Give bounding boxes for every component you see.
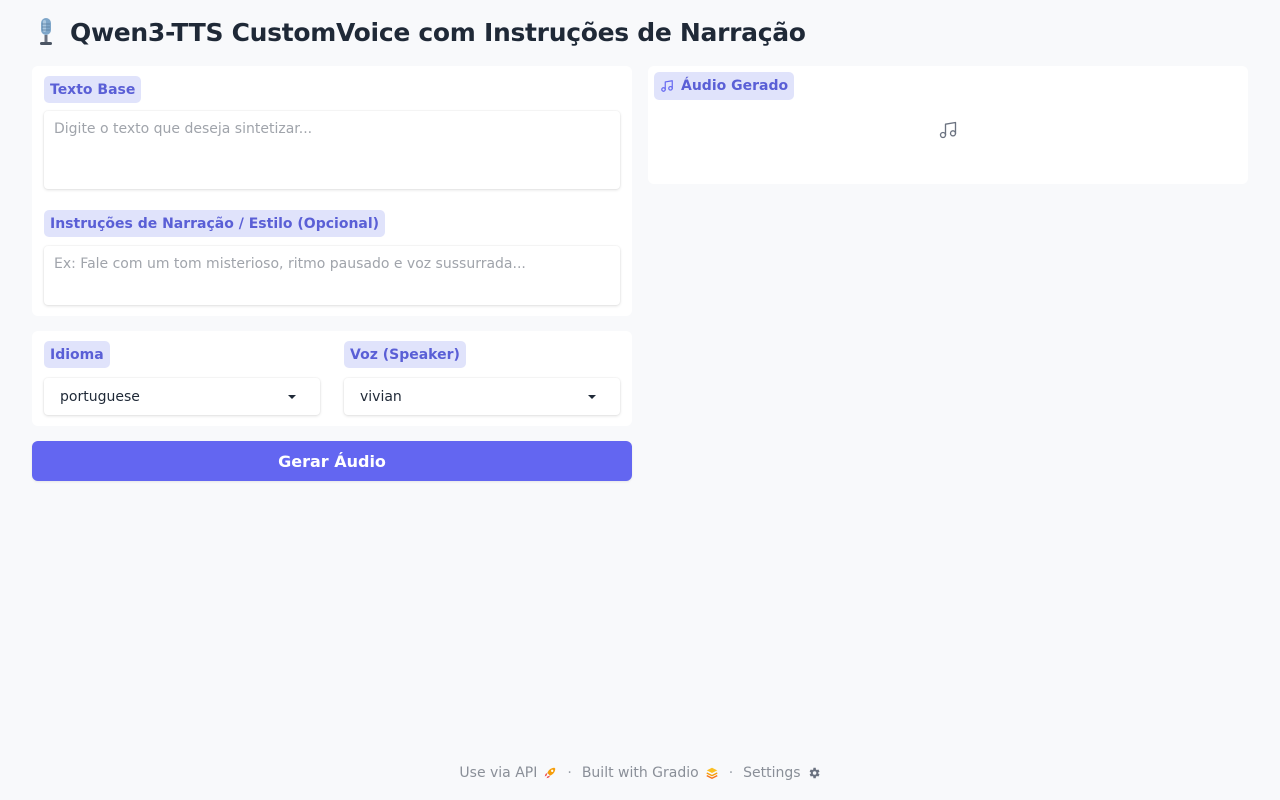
gradio-logo-icon: [705, 766, 719, 780]
instructions-label-text: Instruções de Narração / Estilo (Opciona…: [50, 215, 380, 232]
audio-output-label-text: Áudio Gerado: [681, 78, 789, 94]
built-link-text: Built with Gradio: [581, 765, 699, 781]
page-title: Qwen3-TTS CustomVoice com Instruções de …: [32, 14, 806, 50]
language-value: portuguese: [60, 388, 140, 405]
rocket-icon: [543, 766, 557, 780]
generate-audio-button[interactable]: Gerar Áudio: [32, 441, 632, 481]
api-link-text: Use via API: [459, 765, 538, 781]
music-note-icon: [660, 79, 674, 93]
built-with-gradio-link[interactable]: Built with Gradio: [582, 765, 719, 781]
speaker-label: Voz (Speaker): [344, 341, 466, 368]
audio-output-label: Áudio Gerado: [654, 72, 795, 100]
footer-separator: ·: [567, 765, 572, 781]
speaker-dropdown[interactable]: vivian: [344, 378, 620, 415]
text-input-panel: Texto Base Instruções de Narração / Esti…: [32, 66, 632, 316]
audio-output-panel: Áudio Gerado: [648, 66, 1248, 184]
chevron-down-icon: [588, 394, 596, 399]
microphone-icon: [32, 16, 60, 48]
use-via-api-link[interactable]: Use via API: [459, 765, 557, 781]
settings-link-text: Settings: [743, 765, 801, 781]
language-dropdown[interactable]: portuguese: [44, 378, 320, 415]
speaker-label-text: Voz (Speaker): [350, 346, 460, 363]
gear-icon: [807, 766, 821, 780]
footer: Use via API · Built with Gradio · Settin…: [0, 762, 1280, 784]
instructions-input[interactable]: [44, 246, 620, 305]
chevron-down-icon: [288, 394, 296, 399]
instructions-label: Instruções de Narração / Estilo (Opciona…: [44, 210, 386, 237]
language-label-text: Idioma: [50, 346, 104, 363]
text-label-text: Texto Base: [50, 81, 136, 98]
empty-audio-music-note-icon: [938, 120, 958, 140]
speaker-value: vivian: [360, 388, 402, 405]
language-label: Idioma: [44, 341, 110, 368]
settings-link[interactable]: Settings: [743, 765, 820, 781]
options-panel: Idioma portuguese Voz (Speaker) vivian: [32, 331, 632, 426]
text-input[interactable]: [44, 111, 620, 189]
footer-separator: ·: [728, 765, 734, 781]
text-label: Texto Base: [44, 76, 142, 103]
page-title-text: Qwen3-TTS CustomVoice com Instruções de …: [70, 17, 806, 47]
